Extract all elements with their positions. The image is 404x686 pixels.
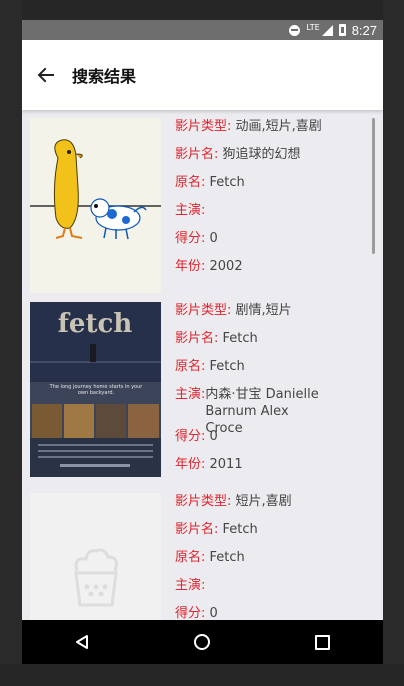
list-item[interactable]: 影片类型: 动画,短片,喜剧 影片名: 狗追球的幻想 原名: Fetch 主演:… [22, 118, 383, 298]
navigation-bar [22, 620, 383, 664]
status-bar: LTE 8:27 [22, 20, 383, 40]
clock: 8:27 [351, 22, 377, 38]
phone-bottom-bezel [0, 664, 404, 686]
movie-poster [30, 118, 161, 293]
list-item[interactable]: 影片类型: 短片,喜剧 影片名: Fetch 原名: Fetch 主演: 得分:… [22, 493, 383, 620]
title-row: 影片名: Fetch [175, 522, 258, 537]
phone-screen: LTE 8:27 搜索结果 影片类型: 动画,短片,喜剧 影片名: 狗追球的幻想… [22, 20, 383, 664]
original-title-row: 原名: Fetch [175, 175, 245, 190]
battery-icon [338, 24, 346, 36]
list-item[interactable]: fetch The long journey home starts in yo… [22, 302, 383, 482]
phone-left-bezel [0, 0, 22, 686]
original-title-row: 原名: Fetch [175, 359, 245, 374]
circle-home-icon[interactable] [182, 622, 222, 662]
genre-row: 影片类型: 短片,喜剧 [175, 494, 292, 509]
phone-right-bezel [383, 0, 404, 686]
genre-row: 影片类型: 动画,短片,喜剧 [175, 119, 322, 134]
score-row: 得分: 0 [175, 429, 218, 444]
poster-title: fetch [58, 309, 133, 339]
cast-row: 主演: [175, 203, 206, 218]
search-results-list: 影片类型: 动画,短片,喜剧 影片名: 狗追球的幻想 原名: Fetch 主演:… [22, 110, 383, 620]
title-row: 影片名: Fetch [175, 331, 258, 346]
app-bar: 搜索结果 [22, 40, 383, 110]
poster-tagline: The long journey home starts in your own… [49, 384, 143, 396]
poster-placeholder [30, 493, 161, 620]
genre-row: 影片类型: 剧情,短片 [175, 303, 292, 318]
square-recents-icon[interactable] [303, 622, 343, 662]
page-title: 搜索结果 [72, 67, 137, 86]
arrow-left-icon[interactable] [22, 51, 70, 99]
triangle-back-icon[interactable] [62, 622, 102, 662]
network-type-label: LTE [306, 23, 320, 32]
title-row: 影片名: 狗追球的幻想 [175, 147, 301, 162]
score-row: 得分: 0 [175, 231, 218, 246]
cast-row: 主演: [175, 578, 206, 593]
score-row: 得分: 0 [175, 606, 218, 620]
year-row: 年份: 2011 [175, 457, 243, 472]
scrollbar[interactable] [372, 118, 375, 254]
phone-top-bezel [0, 0, 404, 20]
year-row: 年份: 2002 [175, 259, 243, 274]
do-not-disturb-icon [289, 24, 301, 36]
movie-poster: fetch The long journey home starts in yo… [30, 302, 161, 477]
popcorn-icon [30, 493, 161, 620]
signal-icon [321, 24, 333, 36]
original-title-row: 原名: Fetch [175, 550, 245, 565]
